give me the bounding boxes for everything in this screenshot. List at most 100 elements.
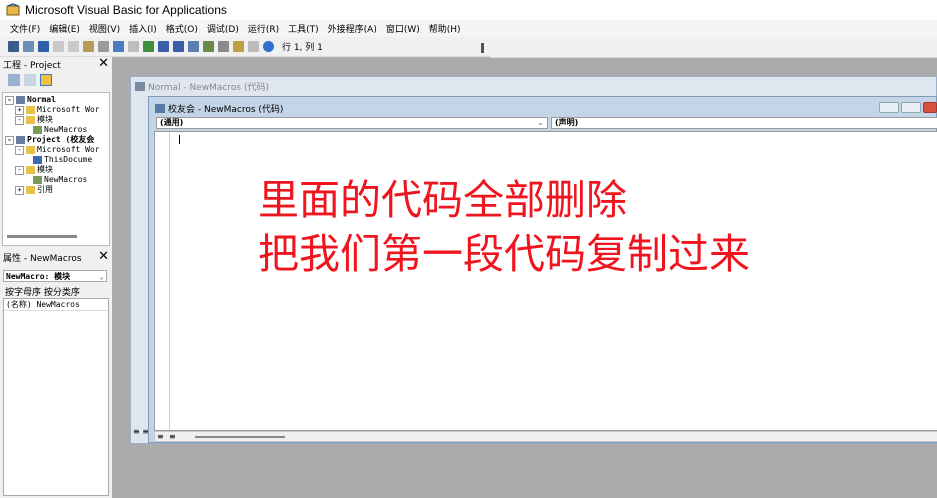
tree-node-modules-2[interactable]: - 模块 (15, 165, 53, 175)
close-icon[interactable]: ✕ (98, 57, 109, 70)
toolbar-strip (490, 37, 937, 58)
instruction-line-2: 把我们第一段代码复制过来 (258, 230, 750, 278)
view-word-icon[interactable] (8, 41, 19, 52)
view-toggle-icons[interactable]: ≡ ≡ (133, 427, 149, 437)
pause-icon[interactable] (158, 41, 169, 52)
menu-addins[interactable]: 外接程序(A) (328, 22, 377, 35)
document-icon (33, 156, 42, 164)
expand-icon[interactable]: + (15, 105, 24, 115)
project-explorer-icon[interactable] (203, 41, 214, 52)
collapse-icon[interactable]: - (15, 165, 24, 175)
title-bar: Microsoft Visual Basic for Applications (0, 0, 937, 20)
instruction-overlay: 里面的代码全部删除 把我们第一段代码复制过来 (258, 173, 750, 281)
project-toolbar (0, 71, 112, 89)
module-icon (33, 176, 42, 184)
tree-node-references[interactable]: + 引用 (15, 185, 53, 195)
folder-icon (26, 106, 35, 114)
redo-icon[interactable] (128, 41, 139, 52)
menu-view[interactable]: 视图(V) (89, 22, 120, 35)
insert-module-icon[interactable] (23, 41, 34, 52)
folder-icon (26, 166, 35, 174)
run-icon[interactable] (143, 41, 154, 52)
object-selector[interactable]: NewMacro: 模块 ⌄ (3, 270, 107, 282)
toolbar-grip[interactable] (481, 43, 484, 53)
module-code-window-title: 校友会 - NewMacros (代码) (155, 102, 283, 115)
menu-debug[interactable]: 调试(D) (207, 22, 239, 35)
text-caret (179, 135, 180, 144)
tree-node-project[interactable]: - Project (校友会 (5, 135, 94, 145)
properties-grid: (名称) NewMacros (3, 298, 109, 496)
tree-node-modules[interactable]: - 模块 (15, 115, 53, 125)
project-pane: 工程 - Project ✕ - Normal + Microsoft Wor -模… (0, 57, 112, 250)
menu-window[interactable]: 窗口(W) (386, 22, 420, 35)
folder-icon (26, 146, 35, 154)
expand-icon[interactable]: + (15, 185, 24, 195)
full-module-view-icon[interactable]: ≡ (169, 432, 176, 441)
properties-pane: 属性 - NewMacros ✕ NewMacro: 模块 ⌄ 按字母序 按分类序… (0, 250, 112, 498)
collapse-icon[interactable]: - (15, 115, 24, 125)
design-mode-icon[interactable] (188, 41, 199, 52)
object-browser-icon[interactable] (233, 41, 244, 52)
menu-insert[interactable]: 插入(I) (129, 22, 157, 35)
menu-format[interactable]: 格式(O) (166, 22, 198, 35)
procedure-view-icon[interactable]: ≡ (157, 432, 164, 441)
properties-pane-title: 属性 - NewMacros (3, 253, 82, 264)
properties-icon[interactable] (218, 41, 229, 52)
normal-code-window-title: Normal - NewMacros (代码) (135, 80, 269, 93)
minimize-button[interactable] (879, 102, 899, 113)
close-icon[interactable]: ✕ (98, 250, 109, 263)
help-icon[interactable] (263, 41, 274, 52)
maximize-button[interactable] (901, 102, 921, 113)
tree-node-normal[interactable]: - Normal (5, 95, 56, 105)
menu-help[interactable]: 帮助(H) (429, 22, 461, 35)
stop-icon[interactable] (173, 41, 184, 52)
collapse-icon[interactable]: - (5, 95, 14, 105)
cursor-position: 行 1, 列 1 (282, 43, 323, 53)
project-tree: - Normal + Microsoft Wor - 模块 NewMacros - Pr… (2, 92, 110, 246)
property-row-name[interactable]: (名称) NewMacros (4, 299, 108, 311)
object-combo[interactable]: (通用) ⌄ (156, 117, 548, 129)
menu-tools[interactable]: 工具(T) (288, 22, 319, 35)
properties-pane-header: 属性 - NewMacros ✕ (0, 250, 112, 264)
tree-node-thisdocument[interactable]: ThisDocume (33, 155, 92, 165)
view-object-icon[interactable] (24, 74, 36, 86)
window-title: Microsoft Visual Basic for Applications (25, 3, 227, 17)
tree-node-newmacros-2[interactable]: NewMacros (33, 175, 87, 185)
properties-tabs[interactable]: 按字母序 按分类序 (5, 285, 80, 298)
procedure-combo[interactable]: (声明) (551, 117, 937, 129)
chevron-down-icon: ⌄ (537, 118, 544, 127)
close-button[interactable] (923, 102, 937, 113)
project-icon (16, 96, 25, 104)
margin-indicator-bar[interactable] (155, 132, 170, 430)
save-icon[interactable] (38, 41, 49, 52)
project-icon (16, 136, 25, 144)
horizontal-scrollbar[interactable]: ≡ ≡ (154, 431, 937, 442)
instruction-line-1: 里面的代码全部删除 (258, 176, 627, 224)
menu-file[interactable]: 文件(F) (10, 22, 40, 35)
find-icon[interactable] (98, 41, 109, 52)
paste-icon[interactable] (83, 41, 94, 52)
view-code-icon[interactable] (8, 74, 20, 86)
collapse-icon[interactable]: - (5, 135, 14, 145)
vba-app-icon (6, 3, 20, 16)
cut-icon[interactable] (53, 41, 64, 52)
scroll-thumb[interactable] (195, 436, 285, 438)
toolbox-icon[interactable] (248, 41, 259, 52)
menu-run[interactable]: 运行(R) (248, 22, 279, 35)
code-window-icon (155, 104, 165, 113)
module-icon (33, 126, 42, 134)
tree-node-newmacros[interactable]: NewMacros (33, 125, 87, 135)
folder-icon (26, 186, 35, 194)
project-pane-header: 工程 - Project ✕ (0, 57, 112, 71)
undo-icon[interactable] (113, 41, 124, 52)
tree-node-word-objects-2[interactable]: - Microsoft Wor (15, 145, 100, 155)
tree-hscroll-thumb[interactable] (7, 235, 77, 238)
toggle-folders-icon[interactable] (40, 74, 52, 86)
copy-icon[interactable] (68, 41, 79, 52)
code-window-icon (135, 82, 145, 91)
tree-node-word-objects[interactable]: + Microsoft Wor (15, 105, 100, 115)
folder-icon (26, 116, 35, 124)
menu-edit[interactable]: 编辑(E) (49, 22, 80, 35)
collapse-icon[interactable]: - (15, 145, 24, 155)
standard-toolbar: 行 1, 列 1 (0, 37, 490, 57)
